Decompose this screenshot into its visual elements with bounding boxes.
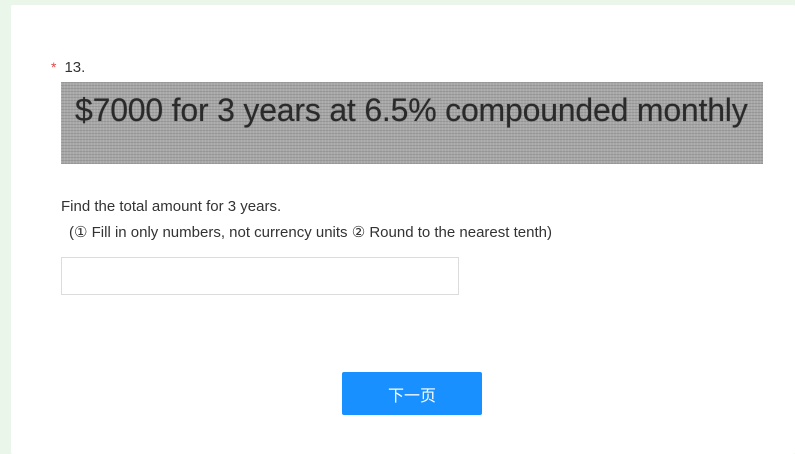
question-header: * 13. [51,59,85,76]
question-number: 13. [64,59,86,76]
required-indicator: * [51,59,57,75]
question-prompt: Find the total amount for 3 years. [61,198,282,215]
question-image: $7000 for 3 years at 6.5% compounded mon… [61,82,763,164]
next-page-button[interactable]: 下一页 [342,372,482,415]
question-card: * 13. $7000 for 3 years at 6.5% compounde… [11,5,795,454]
question-image-text: $7000 for 3 years at 6.5% compounded mon… [75,92,748,128]
question-prompt-block: Find the total amount for 3 years. (① Fi… [61,194,552,246]
question-hint: (① Fill in only numbers, not currency un… [69,224,552,241]
answer-input[interactable] [61,257,459,295]
